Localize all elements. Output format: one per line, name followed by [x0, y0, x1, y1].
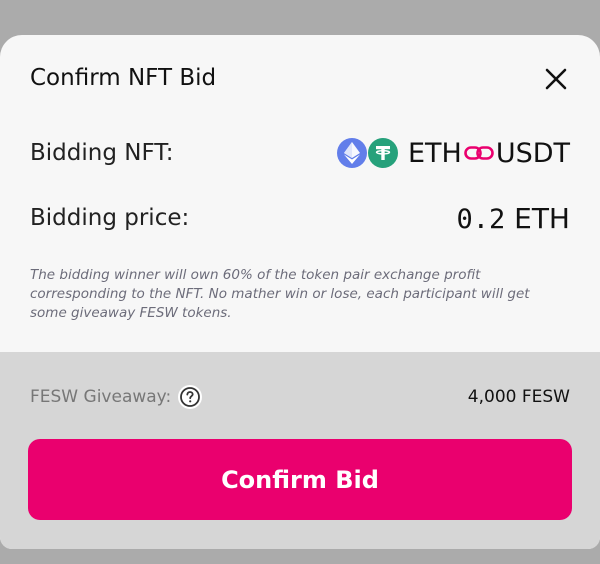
modal-body: Confirm NFT Bid Bidding NFT: ETH USDT Bi… — [0, 35, 600, 352]
confirm-bid-button[interactable]: Confirm Bid — [28, 439, 572, 520]
tether-icon — [367, 138, 398, 168]
confirm-bid-modal: Confirm NFT Bid Bidding NFT: ETH USDT Bi… — [0, 35, 600, 549]
close-icon[interactable] — [544, 67, 568, 91]
bidding-nft-label: Bidding NFT: — [30, 140, 174, 166]
giveaway-value: 4,000 FESW — [467, 387, 570, 407]
pair-text: ETH USDT — [408, 138, 570, 169]
modal-title: Confirm NFT Bid — [30, 65, 217, 91]
link-icon — [464, 144, 494, 162]
price-unit: ETH — [514, 201, 570, 235]
token-b-symbol: USDT — [495, 137, 570, 169]
giveaway-row: FESW Giveaway: 4,000 FESW — [30, 380, 570, 414]
modal-footer: FESW Giveaway: 4,000 FESW Confirm Bid — [0, 352, 600, 549]
help-icon[interactable] — [178, 385, 203, 409]
bidding-price-label: Bidding price: — [30, 205, 190, 231]
giveaway-left: FESW Giveaway: — [30, 385, 203, 409]
token-pair: ETH USDT — [336, 138, 570, 169]
token-a-symbol: ETH — [407, 137, 462, 169]
bidding-nft-row: Bidding NFT: ETH USDT — [30, 133, 570, 173]
ethereum-icon — [336, 138, 367, 168]
bidding-price-value: 0.2 ETH — [456, 202, 570, 235]
bidding-price-row: Bidding price: 0.2 ETH — [30, 198, 570, 238]
token-icons — [336, 138, 398, 168]
giveaway-label: FESW Giveaway: — [30, 387, 172, 407]
price-amount: 0.2 — [456, 203, 506, 235]
bid-note: The bidding winner will own 60% of the t… — [30, 267, 530, 321]
